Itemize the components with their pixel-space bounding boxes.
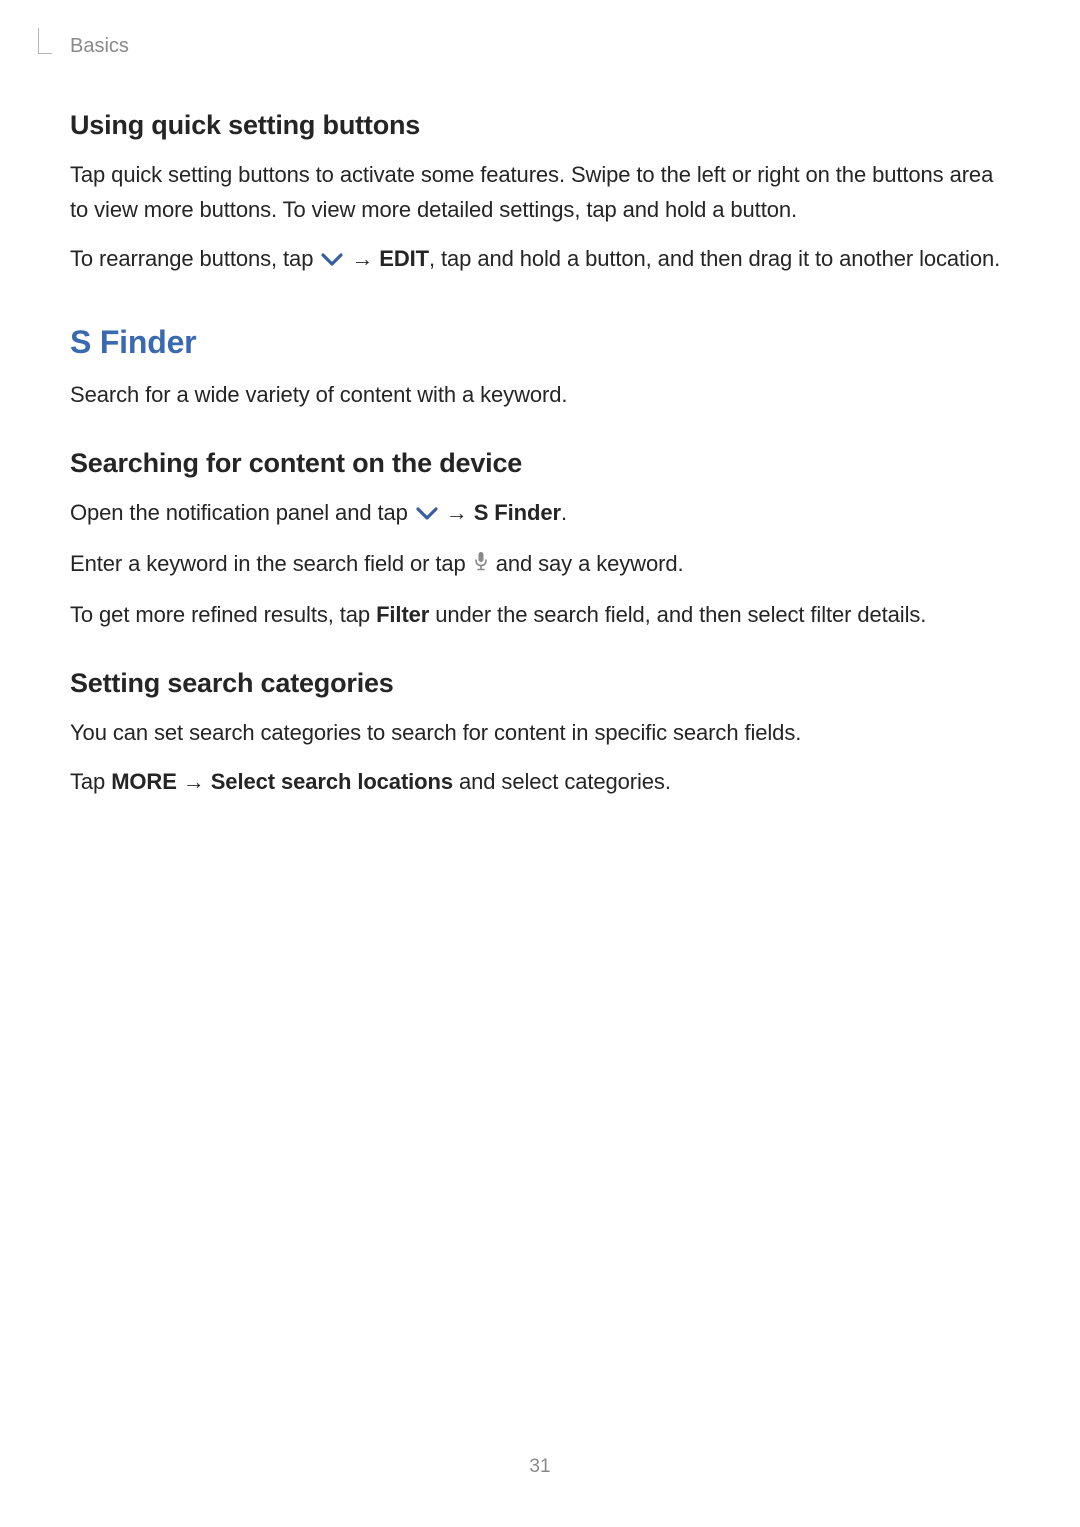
- chevron-down-icon: [416, 496, 438, 531]
- paragraph-quick-setting-1: Tap quick setting buttons to activate so…: [70, 157, 1010, 227]
- mic-icon: [474, 546, 488, 581]
- paragraph-searching-1: Open the notification panel and tap → S …: [70, 495, 1010, 532]
- chevron-down-icon: [321, 242, 343, 277]
- heading-search-categories: Setting search categories: [70, 668, 1010, 699]
- paragraph-categories-1: You can set search categories to search …: [70, 715, 1010, 750]
- breadcrumb: Basics: [70, 35, 129, 58]
- heading-quick-setting: Using quick setting buttons: [70, 110, 1010, 141]
- paragraph-s-finder-intro: Search for a wide variety of content wit…: [70, 377, 1010, 412]
- header-divider: [38, 28, 52, 54]
- paragraph-categories-2: Tap MORE → Select search locations and s…: [70, 764, 1010, 799]
- paragraph-searching-2: Enter a keyword in the search field or t…: [70, 546, 1010, 583]
- paragraph-quick-setting-2: To rearrange buttons, tap → EDIT, tap an…: [70, 241, 1010, 278]
- heading-s-finder: S Finder: [70, 324, 1010, 361]
- heading-searching-content: Searching for content on the device: [70, 448, 1010, 479]
- paragraph-searching-3: To get more refined results, tap Filter …: [70, 597, 1010, 632]
- page-number: 31: [0, 1456, 1080, 1478]
